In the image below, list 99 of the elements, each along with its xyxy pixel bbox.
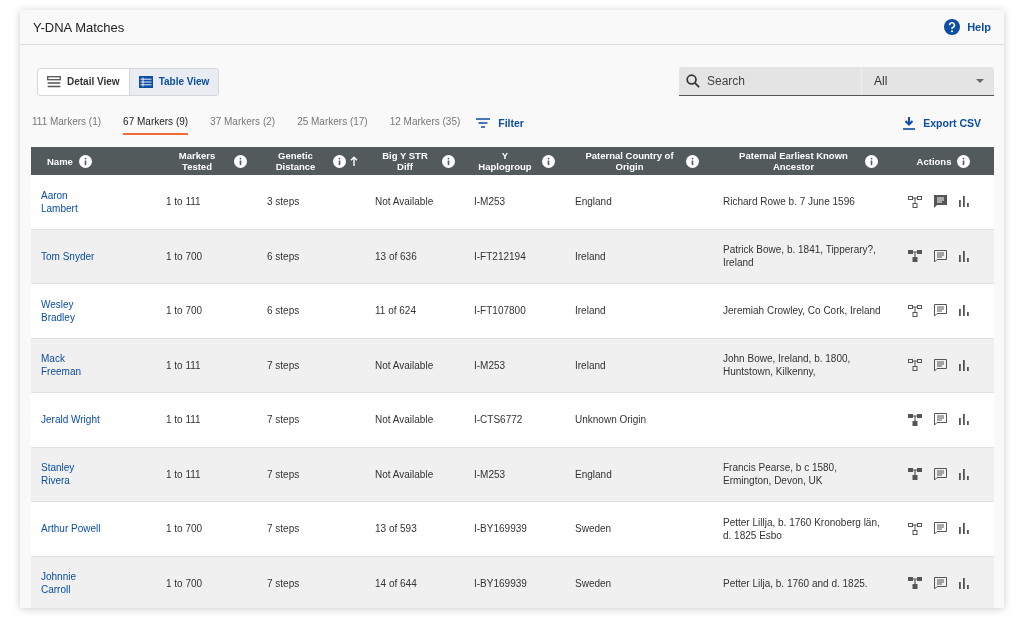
- table-cell-text: Patrick Bowe, b. 1841, Tipperary?, Ireland: [723, 243, 877, 270]
- table-cell: 1 to 700: [166, 522, 203, 536]
- table-cell: Ireland: [575, 249, 606, 263]
- bar-chart-icon: [959, 577, 970, 589]
- table-cell: 13 of 636: [375, 249, 417, 263]
- bar-chart-icon: [959, 468, 970, 480]
- table-cell: I-FT212194: [474, 249, 526, 263]
- view-toggle-button[interactable]: Detail View: [38, 68, 129, 95]
- info-icon: [542, 154, 555, 168]
- bar-chart-icon: [959, 359, 970, 371]
- table-cell: Petter Lilja, b. 1760 and d. 1825.: [723, 576, 868, 590]
- bar-chart-icon: [959, 250, 970, 262]
- table-cell: 7 steps: [267, 358, 300, 372]
- help-icon: [944, 19, 961, 35]
- table-cell: Ireland: [575, 304, 606, 318]
- match-name-link[interactable]: Tom Snyder: [41, 249, 105, 263]
- table-cell: Sweden: [575, 522, 612, 536]
- table-cell: Not Available: [375, 467, 434, 481]
- table-cell: I-BY169939: [474, 576, 527, 590]
- table-icon: [138, 75, 153, 88]
- info-icon: [864, 154, 878, 168]
- match-name-link[interactable]: Wesley Bradley: [41, 297, 105, 324]
- column-header: Name: [47, 155, 73, 167]
- column-header: Actions: [916, 155, 952, 167]
- table-cell: Not Available: [375, 195, 434, 209]
- list-icon: [47, 75, 61, 88]
- table-cell: Richard Rowe b. 7 June 1596: [723, 195, 855, 209]
- filter-icon: [476, 118, 491, 128]
- bar-chart-icon: [959, 414, 970, 426]
- table-cell-text: John Bowe, Ireland, b. 1800, Huntstown, Kilkenny,: [723, 352, 852, 379]
- help-link[interactable]: Help: [944, 19, 991, 35]
- export-button[interactable]: Export CSV: [903, 116, 994, 130]
- table-cell: I-CTS6772: [474, 413, 523, 427]
- table-cell: 1 to 700: [166, 304, 203, 318]
- table-cell: I-FT107800: [474, 304, 526, 318]
- table-cell: Jeremiah Crowley, Co Cork, Ireland: [723, 304, 881, 318]
- table-cell: 7 steps: [267, 413, 300, 427]
- table-cell: 14 of 644: [375, 576, 417, 590]
- match-name-link[interactable]: Jerald Wright: [41, 413, 105, 427]
- table-cell: Ireland: [575, 358, 606, 372]
- match-name-link[interactable]: Johnnie Carroll: [41, 570, 105, 597]
- column-header: Genetic Distance: [274, 150, 317, 172]
- table-cell: Sweden: [575, 576, 612, 590]
- table-cell: 1 to 111: [166, 467, 201, 481]
- column-header: Big Y STR Diff: [381, 150, 429, 172]
- table-cell-text: Petter Lillja, b. 1760 Kronoberg län, d. 1825 Esbo: [723, 515, 881, 542]
- bar-chart-icon: [959, 523, 970, 535]
- table-cell: 1 to 111: [166, 358, 201, 372]
- match-name-link[interactable]: Stanley Rivera: [41, 461, 105, 488]
- column-header: Y Haplogroup: [477, 150, 533, 172]
- view-toggle-button[interactable]: Table View: [128, 68, 219, 95]
- marker-tab[interactable]: 25 Markers (17): [297, 111, 368, 135]
- table-cell: 1 to 700: [166, 576, 203, 590]
- info-icon: [332, 154, 346, 168]
- table-cell: 7 steps: [267, 576, 300, 590]
- table-cell: I-BY169939: [474, 522, 527, 536]
- marker-tab[interactable]: 111 Markers (1): [32, 111, 102, 135]
- column-header: Paternal Earliest Known Ancestor: [738, 150, 849, 172]
- table-cell: 3 steps: [267, 195, 300, 209]
- table-cell: I-M253: [474, 358, 506, 372]
- table-cell: I-M253: [474, 195, 506, 209]
- column-header: Paternal Country of Origin: [584, 150, 675, 172]
- bar-chart-icon: [959, 305, 970, 317]
- download-icon: [903, 116, 916, 130]
- info-icon: [957, 154, 971, 168]
- scope-dropdown[interactable]: All: [861, 67, 994, 95]
- table-cell: 6 steps: [267, 304, 300, 318]
- info-icon: [234, 154, 247, 168]
- table-cell: 13 of 593: [375, 522, 417, 536]
- filter-button[interactable]: Filter: [476, 117, 537, 129]
- search-icon: [686, 74, 700, 88]
- table-cell: 1 to 111: [166, 195, 201, 209]
- table-cell: 7 steps: [267, 467, 300, 481]
- table-cell: 6 steps: [267, 249, 300, 263]
- table-cell: 1 to 111: [166, 413, 201, 427]
- table-cell: Unknown Origin: [575, 413, 647, 427]
- match-name-link[interactable]: Mack Freeman: [41, 352, 105, 379]
- marker-tab[interactable]: 12 Markers (35): [389, 111, 461, 135]
- info-icon: [685, 154, 699, 168]
- marker-tab[interactable]: 67 Markers (9): [123, 111, 189, 135]
- table-cell: England: [575, 195, 612, 209]
- table-cell: Not Available: [375, 358, 434, 372]
- table-cell: 7 steps: [267, 522, 300, 536]
- search-field[interactable]: Search: [679, 67, 861, 95]
- bar-chart-icon: [959, 196, 970, 208]
- info-icon: [442, 154, 455, 168]
- table-cell: 11 of 624: [375, 304, 416, 318]
- match-name-link[interactable]: Aaron Lambert: [41, 188, 105, 215]
- table-cell-text: Francis Pearse, b c 1580, Ermington, Devon, UK: [723, 461, 838, 488]
- column-header: Markers Tested: [177, 150, 217, 172]
- table-cell: 1 to 700: [166, 249, 203, 263]
- table-cell: I-M253: [474, 467, 506, 481]
- table-cell: England: [575, 467, 612, 481]
- table-cell: Not Available: [375, 413, 434, 427]
- info-icon: [78, 154, 92, 168]
- caret-icon: [976, 79, 984, 83]
- page-title: Y-DNA Matches: [33, 19, 125, 35]
- marker-tab[interactable]: 37 Markers (2): [210, 111, 276, 135]
- match-name-link[interactable]: Arthur Powell: [41, 522, 105, 536]
